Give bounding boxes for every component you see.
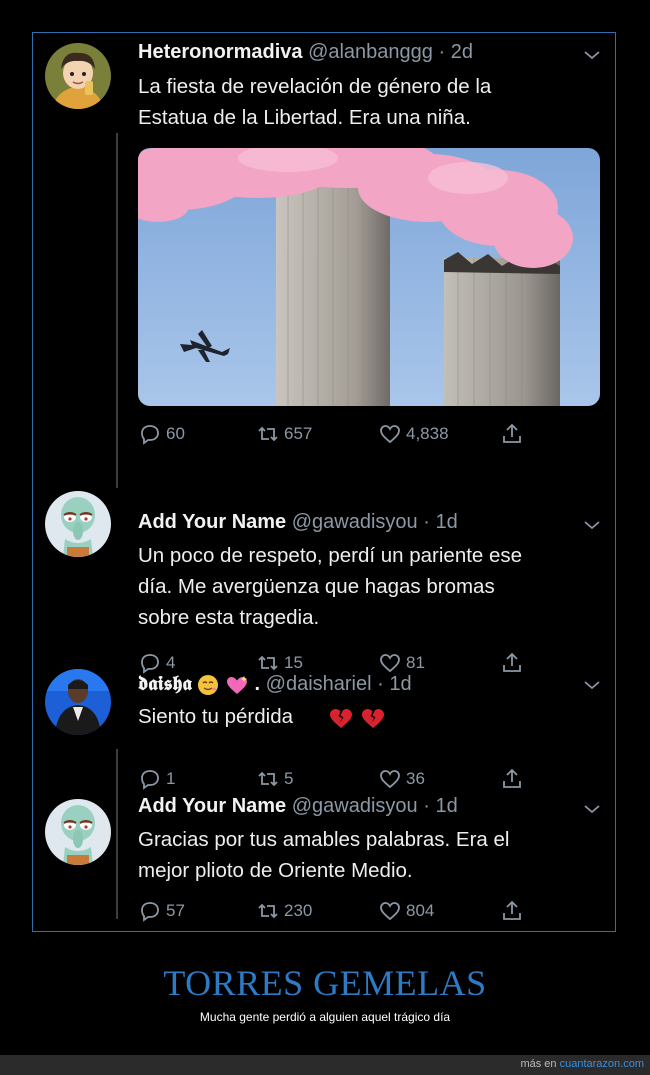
- reply-button[interactable]: 1: [138, 767, 175, 791]
- like-button[interactable]: 804: [378, 899, 434, 923]
- meme-title: TORRES GEMELAS: [163, 963, 487, 1003]
- chevron-down-icon[interactable]: [583, 49, 601, 61]
- heart-icon: [380, 902, 400, 921]
- tweet-header: 𝖉𝖆𝖎𝖘𝖍𝖆 . @daishariel · 1d: [138, 671, 412, 695]
- chevron-down-icon[interactable]: [583, 519, 601, 531]
- reply-icon: [141, 425, 159, 445]
- retweet-button[interactable]: 657: [256, 422, 312, 446]
- retweet-icon: [258, 903, 278, 919]
- tweet-text: Siento tu pérdida: [138, 701, 598, 732]
- avatar[interactable]: [45, 669, 111, 735]
- tweet-header: Add Your Name @gawadisyou · 1d: [138, 511, 458, 533]
- user-handle[interactable]: @gawadisyou: [292, 511, 418, 533]
- tweet-actions: 57 230 804: [138, 899, 558, 925]
- tweet-header: Add Your Name @gawadisyou · 1d: [138, 795, 458, 817]
- retweet-icon: [258, 771, 278, 787]
- reply-count: 4: [166, 653, 176, 672]
- tweet-text: La fiesta de revelación de género de la …: [138, 75, 492, 129]
- thread-connector: [116, 749, 118, 919]
- like-count: 4,838: [406, 424, 449, 443]
- like-button[interactable]: 4,838: [378, 422, 449, 446]
- smiling-face-emoji: [198, 674, 219, 695]
- reply-button[interactable]: 60: [138, 422, 185, 446]
- share-button[interactable]: [500, 767, 524, 791]
- broken-heart-emoji: [362, 708, 385, 728]
- tweet-header: Heteronormadiva @alanbanggg · 2d: [138, 41, 473, 63]
- retweet-button[interactable]: 230: [256, 899, 312, 923]
- tweet-actions: 60 657 4,838: [138, 422, 558, 448]
- timestamp[interactable]: 1d: [389, 673, 411, 695]
- user-handle[interactable]: @gawadisyou: [292, 795, 418, 817]
- avatar[interactable]: [45, 491, 111, 557]
- tweet-thread-frame: Heteronormadiva @alanbanggg · 2d La fies…: [32, 32, 616, 932]
- sparkling-heart-emoji: [226, 675, 247, 694]
- timestamp[interactable]: 2d: [451, 41, 473, 63]
- share-icon: [503, 652, 521, 672]
- retweet-count: 15: [284, 653, 303, 672]
- tweet-text: Un poco de respeto, perdí un pariente es…: [138, 544, 523, 629]
- like-count: 36: [406, 769, 425, 788]
- share-icon: [503, 900, 521, 920]
- display-name[interactable]: Add Your Name: [138, 511, 286, 533]
- display-name[interactable]: 𝖉𝖆𝖎𝖘𝖍𝖆: [138, 671, 192, 695]
- chevron-down-icon[interactable]: [583, 803, 601, 815]
- broken-heart-emoji: [330, 708, 353, 728]
- retweet-count: 657: [284, 424, 313, 443]
- retweet-count: 5: [284, 769, 294, 788]
- site-link[interactable]: cuantarazon.com: [560, 1058, 644, 1070]
- site-footer: más en cuantarazon.com: [0, 1055, 650, 1075]
- reply-count: 1: [166, 769, 176, 788]
- heart-icon: [380, 770, 400, 789]
- reply-icon: [141, 770, 159, 790]
- share-button[interactable]: [500, 899, 524, 923]
- share-button[interactable]: [500, 422, 524, 446]
- like-count: 81: [406, 653, 425, 672]
- display-name[interactable]: Add Your Name: [138, 795, 286, 817]
- avatar[interactable]: [45, 43, 111, 109]
- avatar[interactable]: [45, 799, 111, 865]
- thread-connector: [116, 133, 118, 488]
- meme-subtitle: Mucha gente perdió a alguien aquel trági…: [199, 1010, 451, 1024]
- timestamp[interactable]: 1d: [435, 511, 457, 533]
- reply-count: 60: [166, 424, 185, 443]
- like-count: 804: [406, 901, 435, 920]
- reply-icon: [141, 902, 159, 922]
- retweet-button[interactable]: 5: [256, 767, 293, 791]
- user-handle[interactable]: @daishariel: [266, 673, 372, 695]
- share-button[interactable]: [500, 651, 524, 675]
- display-name[interactable]: Heteronormadiva: [138, 41, 303, 63]
- user-handle[interactable]: @alanbanggg: [308, 41, 433, 63]
- retweet-count: 230: [284, 901, 313, 920]
- footer-credit: más en cuantarazon.com: [520, 1058, 644, 1070]
- share-icon: [503, 423, 521, 443]
- share-icon: [503, 768, 521, 788]
- reply-button[interactable]: 57: [138, 899, 185, 923]
- tweet-image[interactable]: [138, 148, 600, 406]
- tweet-actions: 1 5 36: [138, 767, 558, 793]
- chevron-down-icon[interactable]: [583, 679, 601, 691]
- heart-icon: [380, 425, 400, 444]
- reply-count: 57: [166, 901, 185, 920]
- like-button[interactable]: 36: [378, 767, 425, 791]
- tweet-text: Gracias por tus amables palabras. Era el…: [138, 828, 510, 882]
- timestamp[interactable]: 1d: [435, 795, 457, 817]
- retweet-icon: [258, 426, 278, 442]
